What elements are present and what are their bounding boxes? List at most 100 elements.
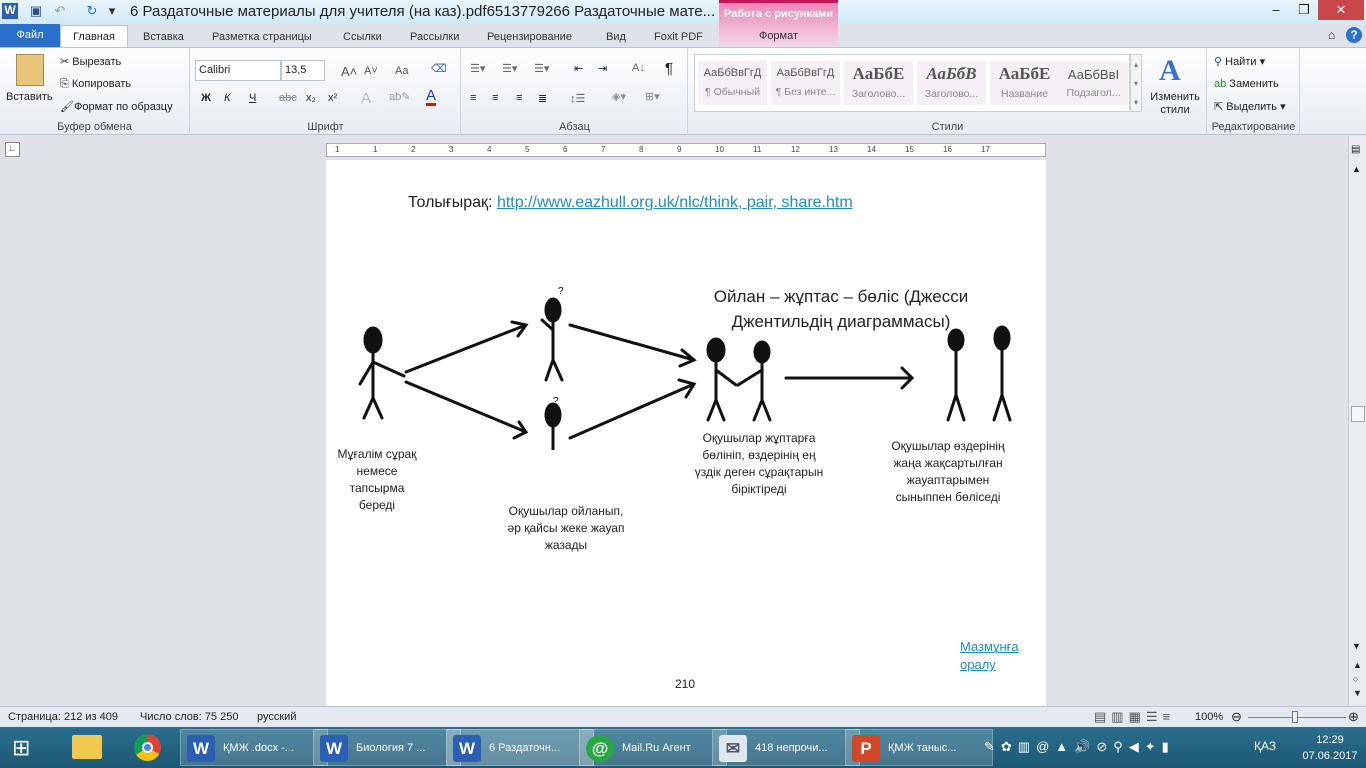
show-formatting-button[interactable]: ¶ [665,60,673,77]
close-button[interactable]: ✕ [1318,0,1364,20]
paste-button[interactable]: Вставить [6,91,53,103]
replace-button[interactable]: ab Заменить [1214,78,1279,90]
horizontal-ruler[interactable]: 1 1 2 3 4 5 6 7 8 9 10 11 12 13 14 15 16 17 [326,143,1046,157]
subscript-button[interactable]: x₂ [306,92,316,104]
style-heading-1[interactable]: АаБбЕ Заголово... [844,61,913,105]
minimize-ribbon-icon[interactable]: ⌂ [1328,28,1335,42]
tab-stop-selector[interactable]: ∟ [5,142,20,157]
picture-tools-context-tab[interactable]: Работа с рисунками Формат [719,0,838,46]
cut-button[interactable]: ✂ Вырезать [60,55,121,68]
tab-page-layout[interactable]: Разметка страницы [212,27,312,47]
taskbar-item[interactable]: ✉ 418 непрочи... [712,729,860,766]
word-icon: W [320,735,348,762]
tab-view[interactable]: Вид [606,27,626,47]
text-effects-icon[interactable]: A [361,90,371,107]
zoom-out-icon[interactable]: ⊖ [1231,709,1242,725]
paste-icon[interactable] [16,54,44,86]
style-heading-2[interactable]: АаБбВ Заголово... [917,61,986,105]
increase-indent-icon[interactable]: ⇥ [598,62,607,75]
zoom-level[interactable]: 100% [1195,711,1223,723]
italic-button[interactable]: К [224,92,230,104]
highlight-icon[interactable]: ab✎ [389,90,410,103]
tab-home[interactable]: Главная [60,25,128,48]
save-icon[interactable]: ▣ [28,3,44,19]
font-size-select[interactable]: 13,5 [281,60,325,81]
tab-insert[interactable]: Вставка [143,27,184,47]
style-normal[interactable]: АаБбВвГгД ¶ Обычный [698,61,767,105]
scroll-thumb[interactable] [1351,406,1365,422]
numbering-icon[interactable]: ☰▾ [502,62,517,75]
tab-foxit-pdf[interactable]: Foxit PDF [654,27,703,47]
font-name-select[interactable]: Calibri [195,60,281,81]
align-left-icon[interactable]: ≡ [470,92,476,104]
decrease-indent-icon[interactable]: ⇤ [574,62,583,75]
taskbar-item[interactable]: W Биология 7 ... [313,729,461,766]
tab-format[interactable]: Формат [719,30,838,42]
back-link-line-2[interactable]: оралу [960,657,996,672]
align-center-icon[interactable]: ≡ [492,92,498,104]
vertical-scrollbar[interactable]: ▤ ▲ ▼ ▲ ○ ▼ [1348,136,1366,706]
align-right-icon[interactable]: ≡ [516,92,522,104]
zoom-in-icon[interactable]: ⊕ [1348,709,1359,725]
system-tray-icons[interactable]: ✎✿▥@▲🔊⊘⚲◀✦▮ [984,739,1175,755]
line-spacing-icon[interactable]: ↕☰ [570,92,585,105]
ruler-toggle-icon[interactable]: ▤ [1351,144,1360,155]
style-subtitle[interactable]: АаБбВвІ Подзагол... [1059,61,1128,105]
taskbar-item-active[interactable]: W 6 Раздаточн... [446,729,594,766]
style-title[interactable]: АаБбЕ Название [990,61,1059,105]
format-painter-button[interactable]: 🖌Формат по образцу [60,100,173,113]
input-language[interactable]: ҚАЗ [1254,739,1276,753]
scroll-up-icon[interactable]: ▲ [1352,164,1361,174]
clear-formatting-icon[interactable]: ⌫ [431,62,447,75]
style-no-spacing[interactable]: АаБбВвГгД ¶ Без инте... [771,61,840,105]
zoom-slider-thumb[interactable] [1292,711,1298,723]
chrome-icon[interactable] [134,734,161,761]
shrink-font-button[interactable]: A˅ [364,65,378,77]
justify-icon[interactable]: ≣ [538,92,547,105]
file-explorer-icon[interactable] [72,735,102,759]
shading-icon[interactable]: ◈▾ [612,90,626,103]
sort-icon[interactable]: A↓ [632,62,645,74]
tab-references[interactable]: Ссылки [343,27,382,47]
copy-button[interactable]: ⎘ Копировать [60,78,131,91]
page-count[interactable]: Страница: 212 из 409 [8,711,118,723]
word-icon[interactable]: W [2,3,18,19]
superscript-button[interactable]: x² [328,92,337,104]
help-icon[interactable]: ? [1346,27,1362,43]
borders-icon[interactable]: ⊞▾ [645,90,660,103]
bullets-icon[interactable]: ☰▾ [470,62,485,75]
tab-file[interactable]: Файл [0,24,60,47]
scroll-down-icon[interactable]: ▼ [1352,641,1361,651]
multilevel-list-icon[interactable]: ☰▾ [534,62,549,75]
redo-icon[interactable]: ↻ [84,3,100,19]
select-button[interactable]: ⇱ Выделить ▾ [1214,100,1286,113]
undo-icon[interactable]: ↶ [52,3,68,19]
bold-button[interactable]: Ж [201,92,211,104]
change-case-button[interactable]: Aa [395,65,408,77]
find-button[interactable]: ⚲ Найти ▾ [1214,55,1265,68]
clock[interactable]: 12:29 07.06.2017 [1300,732,1360,764]
restore-button[interactable]: ❐ [1290,0,1318,20]
back-link-line-1[interactable]: Мазмұнға [960,639,1019,654]
customize-quick-access-icon[interactable]: ▾ [104,3,120,19]
browse-object-icons[interactable]: ▲ ○ ▼ [1353,658,1362,700]
strikethrough-button[interactable]: abc [279,92,297,104]
taskbar-item[interactable]: P ҚМЖ таныс... [845,729,993,766]
font-color-button[interactable]: A [426,88,437,106]
change-styles-button[interactable]: Изменить стили [1145,91,1205,117]
view-mode-icons[interactable]: ▤▥▦☰≡ [1094,709,1175,725]
language-indicator[interactable]: русский [257,711,296,723]
back-to-contents-link[interactable]: Мазмұнға оралу [960,638,1019,674]
more-info-link[interactable]: http://www.eazhull.org.uk/nlc/think, pai… [497,194,853,211]
grow-font-button[interactable]: A˄ [341,64,357,79]
windows-start-icon[interactable]: ⊞ [12,737,30,759]
minimize-button[interactable]: – [1262,0,1290,20]
document-page[interactable]: Толығырақ: http://www.eazhull.org.uk/nlc… [326,160,1046,706]
taskbar-item[interactable]: W ҚМЖ .docx -... [180,729,328,766]
word-count[interactable]: Число слов: 75 250 [140,711,238,723]
taskbar-item[interactable]: @ Mail.Ru Агент [579,729,727,766]
underline-button[interactable]: Ч [249,92,256,104]
tab-review[interactable]: Рецензирование [487,27,572,47]
styles-scroll[interactable]: ▴ ▾ ▾ [1130,54,1142,112]
tab-mailings[interactable]: Рассылки [410,27,459,47]
